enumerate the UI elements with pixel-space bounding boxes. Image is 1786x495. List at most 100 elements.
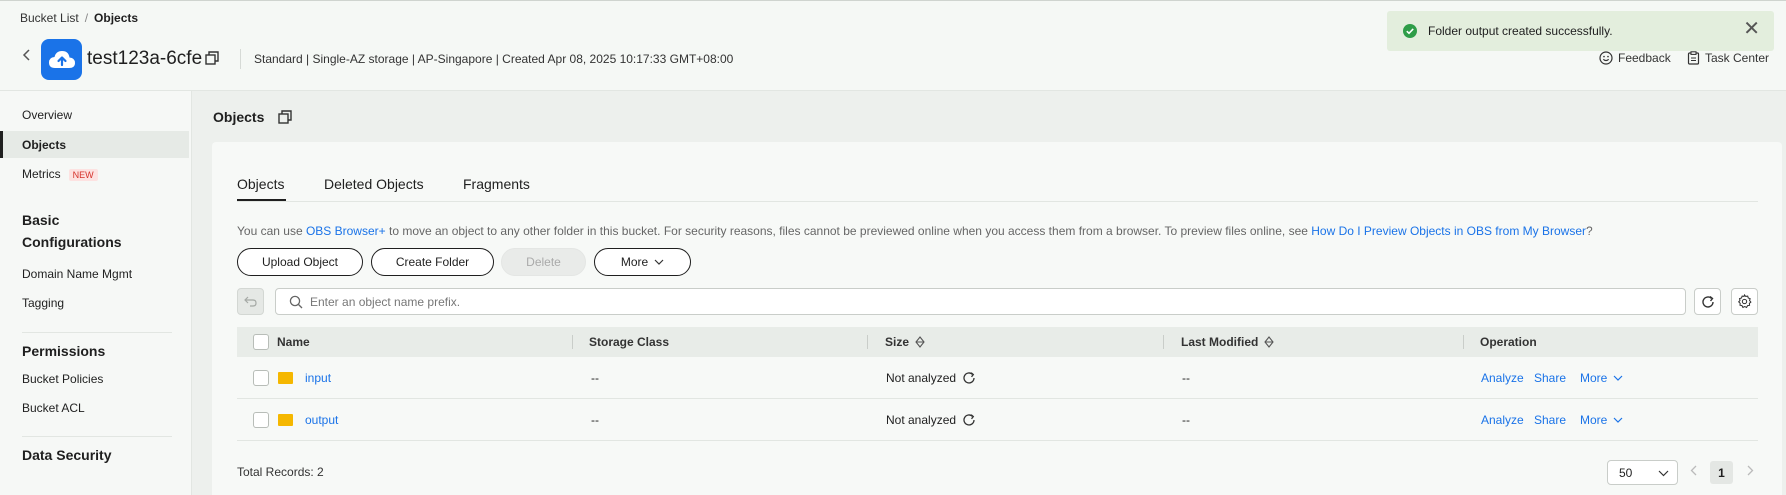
section-permissions: Permissions <box>22 343 106 359</box>
copy-icon[interactable] <box>205 51 219 68</box>
breadcrumb-separator: / <box>84 11 89 25</box>
chevron-down-icon <box>654 259 664 265</box>
clipboard-icon <box>1687 51 1700 65</box>
copy-icon[interactable] <box>278 110 292 127</box>
smile-icon <box>1599 51 1613 65</box>
settings-button[interactable] <box>1731 288 1758 315</box>
size-value: Not analyzed <box>886 371 957 385</box>
sidebar-item-tagging[interactable]: Tagging <box>22 296 64 310</box>
sidebar-item-domain-name-mgmt[interactable]: Domain Name Mgmt <box>22 267 132 281</box>
row-more-menu[interactable]: More <box>1580 371 1623 385</box>
share-link[interactable]: Share <box>1534 413 1566 427</box>
hint-text: You can use OBS Browser+ to move an obje… <box>237 224 1593 238</box>
new-badge: NEW <box>68 169 98 181</box>
page-number-current[interactable]: 1 <box>1710 461 1733 484</box>
table-header: Name Storage Class Size Last Modified Op… <box>237 327 1758 357</box>
last-modified-cell: -- <box>1182 371 1190 385</box>
column-divider <box>867 335 868 349</box>
page-title-text: Objects <box>213 109 265 125</box>
storage-class-cell: -- <box>591 413 599 427</box>
task-center-link[interactable]: Task Center <box>1687 51 1769 65</box>
share-link[interactable]: Share <box>1534 371 1566 385</box>
divider <box>240 49 241 69</box>
object-name-cell: input <box>278 371 331 385</box>
row-checkbox[interactable] <box>253 370 269 386</box>
object-name-link[interactable]: input <box>305 371 331 385</box>
create-folder-button[interactable]: Create Folder <box>371 248 494 276</box>
search-icon <box>289 295 303 312</box>
breadcrumb-bucket-list[interactable]: Bucket List <box>20 11 79 25</box>
refresh-icon[interactable] <box>962 371 976 385</box>
sidebar-item-metrics-label: Metrics <box>22 167 61 181</box>
row-more-label: More <box>1580 371 1608 385</box>
section-data-security: Data Security <box>22 447 112 463</box>
sidebar-item-bucket-policies[interactable]: Bucket Policies <box>22 372 103 386</box>
sort-icon <box>915 336 925 348</box>
bucket-name: test123a-6cfe <box>87 48 203 69</box>
sidebar-item-overview[interactable]: Overview <box>22 108 72 122</box>
column-size-label: Size <box>885 335 910 349</box>
next-page-icon[interactable] <box>1747 464 1754 479</box>
undo-icon <box>244 296 257 307</box>
column-divider <box>1163 335 1164 349</box>
hint-middle: to move an object to any other folder in… <box>385 224 1312 238</box>
breadcrumb-current: Objects <box>94 11 139 25</box>
obs-browser-link[interactable]: OBS Browser+ <box>306 224 386 238</box>
prev-page-icon[interactable] <box>1690 464 1697 479</box>
column-last-modified-label: Last Modified <box>1181 335 1259 349</box>
row-more-label: More <box>1580 413 1608 427</box>
cloud-upload-icon <box>41 39 82 80</box>
feedback-label: Feedback <box>1618 51 1671 65</box>
row-checkbox[interactable] <box>253 412 269 428</box>
object-name-link[interactable]: output <box>305 413 338 427</box>
undo-button[interactable] <box>237 288 264 315</box>
object-name-cell: output <box>278 413 338 427</box>
upload-object-button[interactable]: Upload Object <box>237 248 363 276</box>
page-size-select[interactable]: 50 <box>1607 460 1678 485</box>
gear-icon <box>1737 294 1752 309</box>
back-icon[interactable] <box>22 48 32 65</box>
sidebar-item-objects[interactable]: Objects <box>22 138 66 152</box>
size-value: Not analyzed <box>886 413 957 427</box>
delete-button[interactable]: Delete <box>501 248 586 276</box>
page-size-value: 50 <box>1619 466 1633 480</box>
close-icon[interactable]: ✕ <box>1743 19 1760 39</box>
size-cell: Not analyzed <box>886 413 976 427</box>
column-name: Name <box>277 335 310 349</box>
sort-icon <box>1264 336 1275 348</box>
column-size[interactable]: Size <box>885 335 925 349</box>
chevron-down-icon <box>1613 375 1623 381</box>
sidebar-item-metrics[interactable]: Metrics NEW <box>22 167 98 181</box>
table-row: output -- Not analyzed -- Analyze Share … <box>237 399 1758 441</box>
toast-message: Folder output created successfully. <box>1428 24 1613 38</box>
top-bar: Bucket List / Objects test123a-6cfe Standa… <box>0 0 1786 91</box>
check-circle-icon <box>1403 24 1417 38</box>
row-more-menu[interactable]: More <box>1580 413 1623 427</box>
tab-objects[interactable]: Objects <box>237 176 284 192</box>
size-cell: Not analyzed <box>886 371 976 385</box>
search-box <box>275 288 1686 315</box>
tabs-divider <box>237 201 1758 202</box>
refresh-icon[interactable] <box>962 413 976 427</box>
bucket-info: Standard | Single-AZ storage | AP-Singap… <box>254 52 734 66</box>
feedback-link[interactable]: Feedback <box>1599 51 1671 65</box>
select-all-checkbox[interactable] <box>253 334 269 350</box>
storage-class-cell: -- <box>591 371 599 385</box>
chevron-down-icon <box>1658 466 1669 480</box>
search-input[interactable] <box>310 293 1610 311</box>
analyze-link[interactable]: Analyze <box>1481 413 1524 427</box>
tab-fragments[interactable]: Fragments <box>463 176 530 192</box>
more-button[interactable]: More <box>594 248 691 276</box>
total-records: Total Records: 2 <box>237 465 324 479</box>
tab-deleted-objects[interactable]: Deleted Objects <box>324 176 424 192</box>
objects-card <box>212 142 1782 495</box>
last-modified-cell: -- <box>1182 413 1190 427</box>
refresh-icon <box>1701 295 1714 308</box>
analyze-link[interactable]: Analyze <box>1481 371 1524 385</box>
column-last-modified[interactable]: Last Modified <box>1181 335 1275 349</box>
folder-icon <box>278 372 293 384</box>
refresh-button[interactable] <box>1694 288 1721 315</box>
preview-help-link[interactable]: How Do I Preview Objects in OBS from My … <box>1311 224 1586 238</box>
sidebar-item-bucket-acl[interactable]: Bucket ACL <box>22 401 85 415</box>
more-button-label: More <box>620 255 649 269</box>
